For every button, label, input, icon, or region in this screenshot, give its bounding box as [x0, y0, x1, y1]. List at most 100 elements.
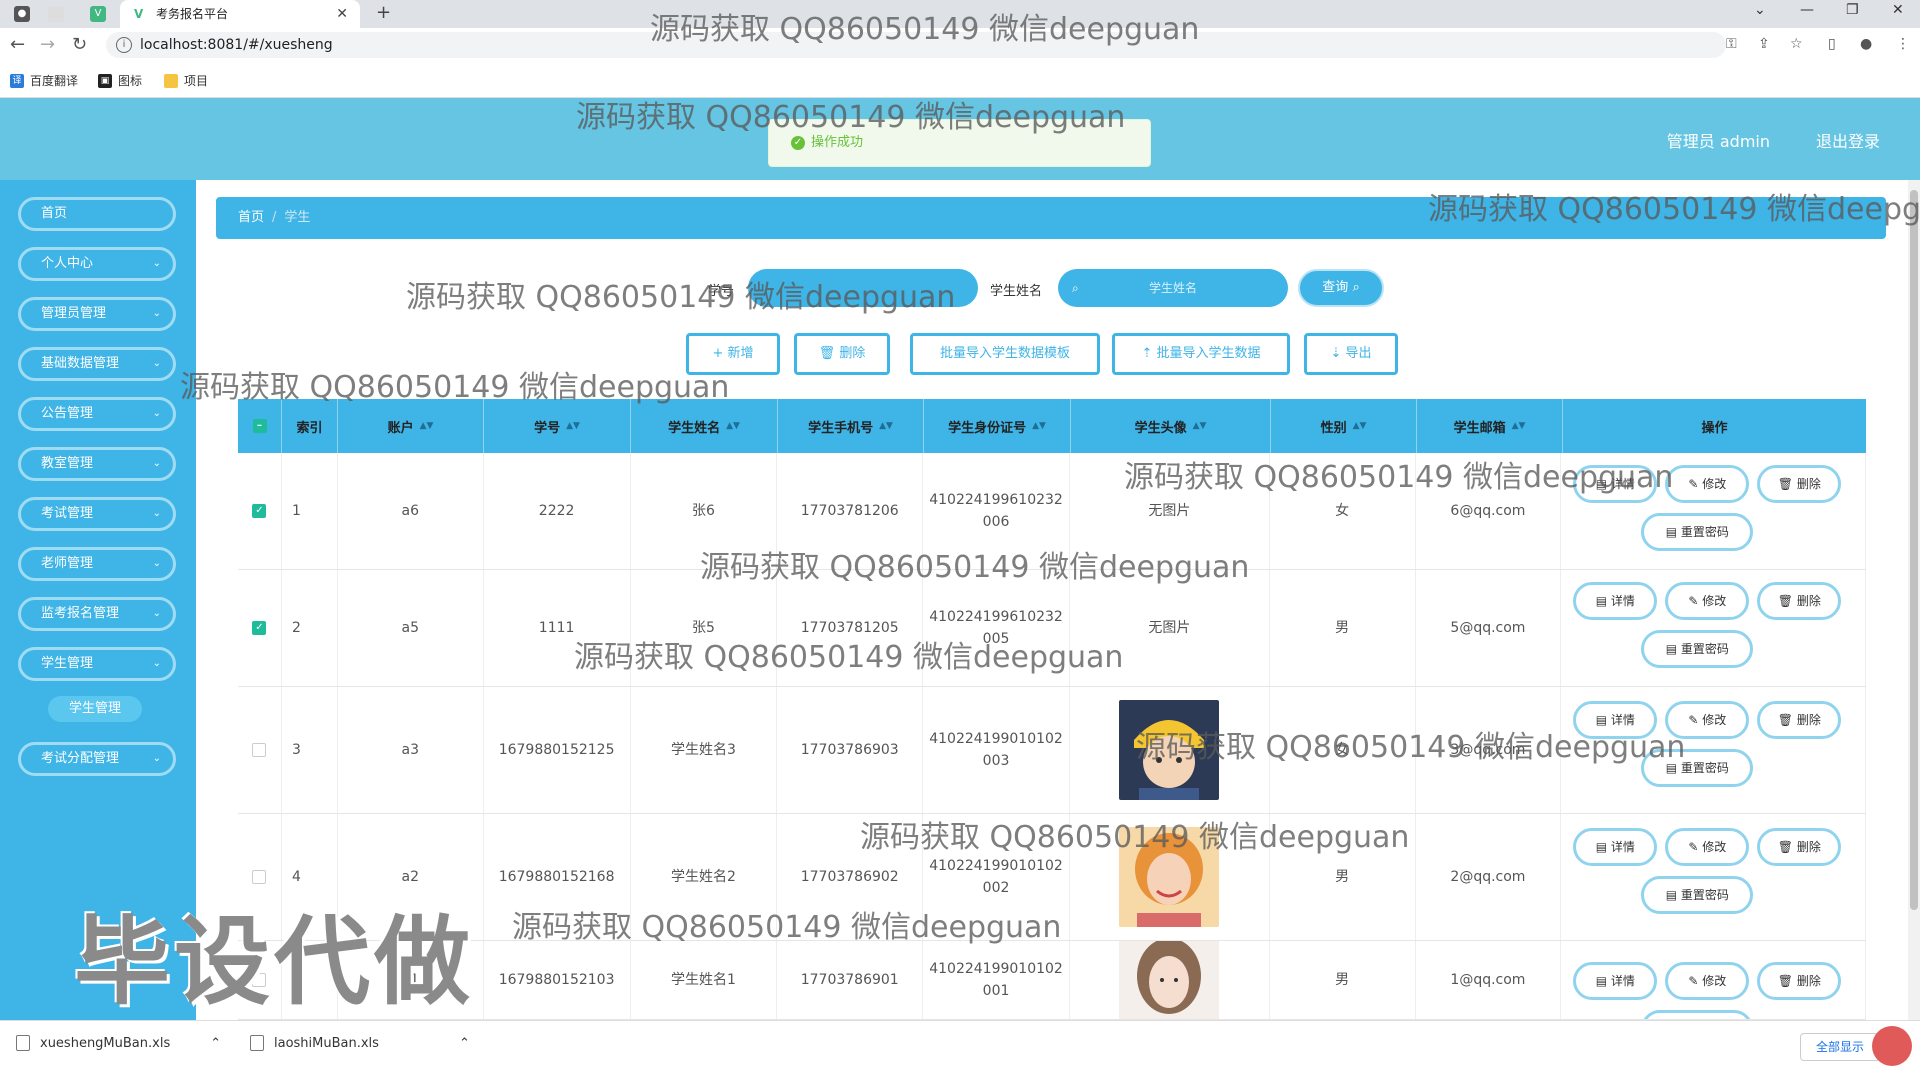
sidebar-item-teachers[interactable]: 老师管理 ⌄ [18, 547, 176, 581]
edit-button[interactable]: ✎ 修改 [1665, 465, 1750, 503]
back-icon[interactable]: ← [10, 34, 25, 55]
sort-icon[interactable]: ▲▼ [1032, 421, 1046, 431]
col-phone[interactable]: 学生手机号 ▲▼ [778, 399, 924, 453]
sort-icon[interactable]: ▲▼ [879, 421, 893, 431]
bookmark-item[interactable]: 译百度翻译 [10, 72, 78, 89]
sort-icon[interactable]: ▲▼ [1193, 421, 1207, 431]
row-checkbox[interactable]: ✓ [252, 621, 267, 635]
sidebar-item-proctor[interactable]: 监考报名管理 ⌄ [18, 597, 176, 631]
sort-icon[interactable]: ▲▼ [566, 421, 580, 431]
new-tab-icon[interactable]: + [376, 2, 391, 23]
sidebar-item-students[interactable]: 学生管理 ⌄ [18, 647, 176, 681]
forward-icon[interactable]: → [40, 34, 55, 55]
row-actions: ▤ 详情 ✎ 修改 🗑 删除 ▤ 重置密码 [1561, 814, 1866, 940]
row-actions: ▤ 详情 ✎ 修改 🗑 删除 ▤ 重置密码 [1561, 570, 1866, 686]
col-account[interactable]: 账户 ▲▼ [338, 399, 484, 453]
col-index: 索引 [282, 399, 338, 453]
download-item[interactable]: xueshengMuBan.xls ⌃ [16, 1035, 221, 1051]
close-download-bar-icon[interactable] [1872, 1026, 1912, 1066]
col-gender[interactable]: 性别 ▲▼ [1271, 399, 1417, 453]
browser-menu-icon[interactable]: ● [14, 6, 30, 22]
delete-button[interactable]: 🗑 删除 [794, 333, 890, 375]
browser-tab[interactable]: V 考务报名平台 ✕ [120, 0, 360, 28]
page-scrollbar[interactable] [1908, 180, 1920, 1020]
logout-link[interactable]: 退出登录 [1816, 128, 1880, 152]
star-icon[interactable]: ☆ [1790, 36, 1803, 52]
col-id-card[interactable]: 学生身份证号 ▲▼ [924, 399, 1071, 453]
sidebar-item-assignment[interactable]: 考试分配管理 ⌄ [18, 742, 176, 776]
sidepanel-icon[interactable]: ▯ [1828, 36, 1836, 52]
detail-button[interactable]: ▤ 详情 [1573, 962, 1658, 1000]
share-icon[interactable]: ⇪ [1758, 36, 1770, 52]
kebab-menu-icon[interactable]: ⋮ [1896, 36, 1910, 52]
restore-icon[interactable]: ❐ [1846, 2, 1859, 18]
student-name-input[interactable]: ⌕ 学生姓名 [1058, 269, 1288, 307]
tab-list-icon[interactable]: ⌄ [1754, 2, 1766, 18]
reset-password-button[interactable]: ▤ 重置密码 [1641, 876, 1754, 914]
watermark: 源码获取 QQ86050149 微信deepguan [574, 640, 1124, 675]
detail-button[interactable]: ▤ 详情 [1573, 828, 1658, 866]
sidebar-item-home[interactable]: 首页 [18, 197, 176, 231]
row-checkbox[interactable]: ✓ [252, 504, 267, 518]
upload-icon: ⇡ [1141, 346, 1153, 361]
col-avatar[interactable]: 学生头像 ▲▼ [1071, 399, 1271, 453]
info-icon[interactable]: i [116, 37, 132, 53]
reset-password-button[interactable] [1641, 1010, 1754, 1019]
minimize-icon[interactable]: — [1800, 2, 1814, 18]
row-checkbox[interactable] [252, 743, 267, 757]
row-delete-button[interactable]: 🗑 删除 [1757, 828, 1842, 866]
sort-icon[interactable]: ▲▼ [1353, 421, 1367, 431]
row-checkbox[interactable] [252, 870, 267, 884]
row-delete-button[interactable]: 🗑 删除 [1757, 582, 1842, 620]
chevron-up-icon[interactable]: ⌃ [459, 1036, 470, 1051]
show-all-button[interactable]: 全部显示 [1800, 1033, 1880, 1061]
query-button[interactable]: 查询 ⌕ [1298, 269, 1384, 307]
tab-search-icon[interactable] [48, 6, 64, 22]
sidebar-item-classrooms[interactable]: 教室管理 ⌄ [18, 447, 176, 481]
profile-icon[interactable]: ● [1860, 36, 1872, 52]
sidebar-subitem-students[interactable]: 学生管理 [48, 696, 142, 722]
reload-icon[interactable]: ↻ [72, 34, 87, 55]
sidebar-item-notices[interactable]: 公告管理 ⌄ [18, 397, 176, 431]
key-icon[interactable]: ⚿ [1726, 36, 1737, 52]
breadcrumb-home[interactable]: 首页 [238, 210, 264, 225]
bookmark-item[interactable]: 项目 [164, 72, 208, 89]
avatar-image[interactable] [1119, 941, 1220, 1020]
bookmark-item[interactable]: ▣ 图标 [98, 72, 142, 89]
col-student-no[interactable]: 学号 ▲▼ [484, 399, 631, 453]
template-button[interactable]: 批量导入学生数据模板 [910, 333, 1100, 375]
pinned-tab-icon[interactable]: V [90, 6, 106, 22]
chevron-up-icon[interactable]: ⌃ [210, 1036, 221, 1051]
row-delete-button[interactable]: 🗑 删除 [1757, 962, 1842, 1000]
chevron-down-icon: ⌄ [152, 258, 161, 269]
detail-button[interactable]: ▤ 详情 [1573, 582, 1658, 620]
sort-icon[interactable]: ▲▼ [1512, 421, 1526, 431]
sort-icon[interactable]: ▲▼ [420, 421, 434, 431]
scrollbar-thumb[interactable] [1910, 190, 1918, 910]
watermark: 源码获取 QQ86050149 微信deepguan [406, 280, 956, 315]
row-delete-button[interactable]: 🗑 删除 [1757, 701, 1842, 739]
import-button[interactable]: ⇡ 批量导入学生数据 [1112, 333, 1290, 375]
col-student-name[interactable]: 学生姓名 ▲▼ [631, 399, 778, 453]
sidebar-item-profile[interactable]: 个人中心 ⌄ [18, 247, 176, 281]
sidebar-item-exams[interactable]: 考试管理 ⌄ [18, 497, 176, 531]
edit-button[interactable]: ✎ 修改 [1665, 828, 1750, 866]
reset-password-button[interactable]: ▤ 重置密码 [1641, 513, 1754, 551]
sidebar-item-admins[interactable]: 管理员管理 ⌄ [18, 297, 176, 331]
export-button[interactable]: ⇣ 导出 [1304, 333, 1398, 375]
select-all-checkbox[interactable]: – [252, 419, 267, 433]
close-tab-icon[interactable]: ✕ [336, 0, 348, 28]
watermark: 源码获取 QQ86050149 微信deepguan [1136, 730, 1686, 765]
sort-icon[interactable]: ▲▼ [726, 421, 740, 431]
edit-button[interactable]: ✎ 修改 [1665, 962, 1750, 1000]
trash-icon: 🗑 [818, 346, 836, 361]
row-delete-button[interactable]: 🗑 删除 [1757, 465, 1842, 503]
sidebar-item-basedata[interactable]: 基础数据管理 ⌄ [18, 347, 176, 381]
close-window-icon[interactable]: ✕ [1892, 2, 1904, 18]
row-gender: 男 [1270, 570, 1416, 686]
col-email[interactable]: 学生邮箱 ▲▼ [1417, 399, 1563, 453]
download-item[interactable]: laoshiMuBan.xls ⌃ [250, 1035, 470, 1051]
row-index: 3 [282, 687, 338, 813]
reset-password-button[interactable]: ▤ 重置密码 [1641, 630, 1754, 668]
edit-button[interactable]: ✎ 修改 [1665, 582, 1750, 620]
